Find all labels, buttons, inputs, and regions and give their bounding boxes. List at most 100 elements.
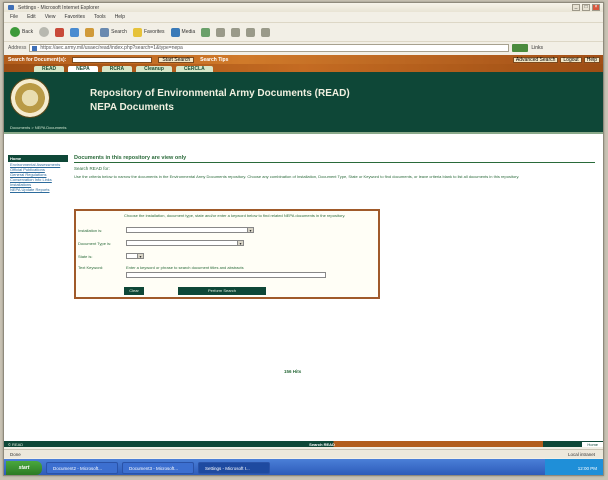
taskbar-item[interactable]: Document3 - Microsoft...: [122, 462, 194, 474]
clock: 12:00 PM: [577, 465, 597, 471]
ie-icon: [8, 5, 14, 10]
state-row: State is: ▾: [78, 253, 144, 259]
site-title: Repository of Environmental Army Documen…: [90, 88, 350, 99]
back-button[interactable]: Back: [10, 27, 33, 37]
address-label: Address: [8, 45, 27, 51]
search-icon: [100, 27, 110, 37]
search-label: Search: [111, 29, 127, 35]
keyword-row: Text Keyword: Enter a keyword or phrase …: [78, 265, 326, 278]
site-nav: READ NEPA RCRA Cleanup CERCLA: [4, 64, 603, 72]
taskbar: start Document2 - Microsoft... Document3…: [4, 459, 603, 475]
address-bar: Address https://aec.army.mil/usaec/read/…: [4, 43, 603, 53]
go-button[interactable]: [512, 44, 529, 52]
site-banner: Repository of Environmental Army Documen…: [4, 72, 603, 134]
footer-search-link[interactable]: Search READ: [309, 442, 335, 447]
address-url: https://aec.army.mil/usaec/read/index.ph…: [40, 45, 183, 51]
state-label: State is:: [78, 253, 93, 259]
sidebar-link[interactable]: NEPA Update Reports: [8, 187, 68, 192]
form-intro: Choose the installation, document type, …: [124, 213, 346, 218]
home-icon[interactable]: [85, 27, 95, 37]
status-bar: Done Local intranet: [4, 449, 603, 458]
start-button[interactable]: start: [6, 461, 42, 475]
mail-icon[interactable]: [216, 27, 226, 37]
perform-search-button[interactable]: Perform Search: [178, 287, 266, 295]
menu-view[interactable]: View: [45, 14, 56, 20]
search-button[interactable]: Search: [100, 27, 127, 37]
menu-edit[interactable]: Edit: [27, 14, 36, 20]
favorites-button[interactable]: Favorites: [132, 27, 165, 37]
media-button[interactable]: Media: [170, 27, 196, 37]
site-subtitle: NEPA Documents: [90, 102, 174, 113]
clear-button[interactable]: Clear: [124, 287, 144, 295]
doctype-row: Document Type is: ▾: [78, 240, 244, 246]
site-search-input[interactable]: [72, 56, 153, 63]
system-tray: 12:00 PM: [545, 459, 603, 475]
army-seal-logo: [10, 78, 50, 118]
main-area: Documents in this repository are view on…: [74, 155, 595, 374]
discuss-icon[interactable]: [261, 27, 271, 37]
site-footer: © READ Search READ Home: [4, 441, 603, 447]
menu-favorites[interactable]: Favorites: [64, 14, 85, 20]
logout-button[interactable]: Logout: [560, 56, 582, 63]
help-text: Use the criteria below to narrow the doc…: [74, 174, 520, 179]
menu-tools[interactable]: Tools: [94, 14, 106, 20]
chevron-down-icon: ▾: [137, 254, 143, 259]
window-title: Settings - Microsoft Internet Explorer: [18, 4, 100, 11]
hits-count: 156 Hits: [284, 369, 302, 374]
favorites-label: Favorites: [143, 29, 165, 35]
footer-left: © READ: [8, 441, 24, 447]
menu-help[interactable]: Help: [115, 14, 125, 20]
menu-bar: File Edit View Favorites Tools Help: [4, 13, 603, 21]
taskbar-item[interactable]: Document2 - Microsoft...: [46, 462, 118, 474]
address-input[interactable]: https://aec.army.mil/usaec/read/index.ph…: [29, 44, 510, 52]
refresh-icon[interactable]: [70, 27, 80, 37]
site-search-strip: Search for Document(s): Start Search Sea…: [4, 55, 603, 64]
chevron-down-icon: ▾: [247, 228, 253, 233]
installation-label: Installation is:: [78, 227, 103, 233]
toolbar: Back Search Favorites Media: [4, 22, 603, 42]
maximize-button[interactable]: □: [582, 4, 590, 11]
minimize-button[interactable]: _: [572, 4, 580, 11]
menu-file[interactable]: File: [10, 14, 18, 20]
keyword-input[interactable]: [126, 272, 326, 278]
media-label: Media: [181, 29, 196, 35]
sidebar-header[interactable]: Home: [8, 155, 68, 162]
chevron-down-icon: ▾: [237, 241, 243, 246]
back-arrow-icon: [10, 27, 20, 37]
browser-window: Settings - Microsoft Internet Explorer _…: [3, 2, 604, 476]
star-icon: [132, 27, 142, 37]
edit-icon[interactable]: [246, 27, 256, 37]
page-heading: Documents in this repository are view on…: [74, 155, 595, 163]
footer-home-tab[interactable]: Home: [582, 441, 603, 447]
print-icon[interactable]: [231, 27, 241, 37]
page-icon: [32, 46, 38, 51]
security-zone: Local intranet: [567, 451, 595, 457]
breadcrumb[interactable]: Documents > NEPA Documents: [10, 125, 67, 130]
sidebar: Home Environmental Assessments Official …: [8, 155, 68, 192]
close-button[interactable]: ×: [592, 4, 600, 11]
installation-select[interactable]: ▾: [126, 227, 254, 233]
advanced-search-button[interactable]: Advanced Search: [512, 56, 559, 63]
help-button[interactable]: Help: [583, 56, 600, 63]
media-icon: [170, 27, 180, 37]
state-select[interactable]: ▾: [126, 253, 144, 259]
history-icon[interactable]: [201, 27, 211, 37]
start-search-button[interactable]: Start Search: [158, 56, 195, 63]
doctype-select[interactable]: ▾: [126, 240, 244, 246]
doctype-label: Document Type is:: [78, 240, 112, 246]
keyword-label: Text Keyword:: [78, 265, 104, 270]
forward-arrow-icon[interactable]: [39, 27, 50, 37]
links-label[interactable]: Links: [531, 45, 543, 51]
search-subheading: Search READ for:: [74, 166, 110, 171]
installation-row: Installation is: ▾: [78, 227, 254, 233]
stop-icon[interactable]: [55, 27, 65, 37]
page-content: Search for Document(s): Start Search Sea…: [4, 55, 603, 447]
site-search-label: Search for Document(s):: [8, 56, 67, 63]
taskbar-item[interactable]: Settings - Microsoft I...: [198, 462, 270, 474]
search-form: Choose the installation, document type, …: [74, 209, 380, 299]
keyword-help: Enter a keyword or phrase to search docu…: [126, 265, 244, 270]
title-bar: Settings - Microsoft Internet Explorer _…: [4, 3, 603, 12]
back-label: Back: [22, 29, 34, 35]
search-tips-link[interactable]: Search Tips: [200, 57, 228, 63]
status-text: Done: [10, 451, 21, 457]
